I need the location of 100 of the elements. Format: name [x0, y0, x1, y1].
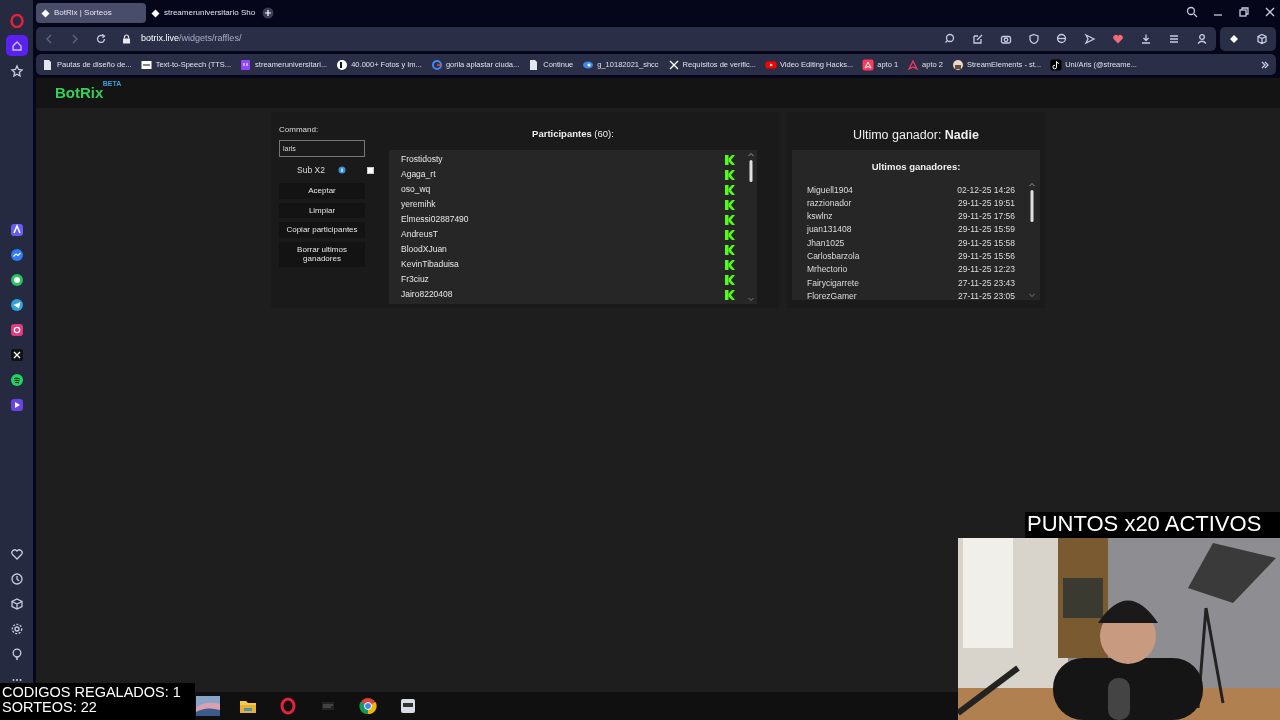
profile-icon[interactable]: [1196, 33, 1208, 45]
platform-icon: [725, 289, 735, 300]
sliders-icon[interactable]: [1168, 33, 1180, 45]
platform-icon: [725, 244, 735, 255]
circle-icon: [336, 58, 349, 71]
action-button[interactable]: Aceptar: [279, 183, 365, 199]
page-icon: [42, 58, 54, 71]
winner-name: kswlnz: [807, 210, 833, 223]
camera-icon[interactable]: [9, 322, 24, 337]
winner-name: FlorezGamer: [807, 289, 857, 303]
winner-date: 27-11-25 23:43: [957, 276, 1015, 290]
music-icon[interactable]: [9, 372, 24, 387]
download-icon[interactable]: [1140, 33, 1152, 45]
back-icon[interactable]: [44, 34, 54, 44]
platform-icon: [725, 184, 735, 195]
field-label: Command:: [279, 124, 320, 136]
wallet-icon[interactable]: [1228, 33, 1240, 45]
image-icon: [140, 58, 153, 71]
shield-icon[interactable]: [1028, 33, 1040, 45]
participant-name: Fr3ciuz: [401, 273, 429, 286]
reload-icon[interactable]: [96, 34, 106, 44]
winner-date: 02-12-25 14:26: [957, 183, 1015, 197]
edit-icon[interactable]: [972, 33, 984, 45]
participant-name: BloodXJuan: [401, 243, 447, 256]
camera-icon[interactable]: [1000, 33, 1012, 45]
send-icon[interactable]: [1084, 33, 1096, 45]
overlay-banner: PUNTOS x20 ACTIVOS: [1025, 512, 1280, 538]
winner-name: Carlosbarzola: [807, 250, 860, 263]
info-icon: [337, 166, 346, 174]
chat-bubble-icon: [240, 58, 253, 71]
platform-icon: [725, 214, 735, 225]
diamond-icon: [41, 8, 50, 18]
winner-name: Miguell1904: [807, 183, 853, 197]
opera-logo-icon[interactable]: [9, 13, 24, 28]
winner-date: 29-11-25 15:59: [957, 223, 1015, 237]
diamond-icon: [151, 8, 160, 18]
platform-icon: [725, 229, 735, 240]
heart-icon[interactable]: [9, 547, 24, 562]
winner-name: Jhan1025: [807, 236, 845, 250]
music-note-icon: [1050, 58, 1063, 71]
new-tab-icon[interactable]: [262, 7, 274, 19]
cube-icon[interactable]: [1256, 33, 1268, 45]
messenger-icon[interactable]: [9, 247, 24, 262]
x-icon[interactable]: [9, 347, 24, 362]
winner-name: Fairycigarrete: [807, 276, 859, 290]
winner-date: 29-11-25 19:51: [957, 196, 1015, 210]
overlay-counter: CODIGOS REGALADOS: 1: [2, 685, 182, 701]
platform-icon: [725, 154, 735, 165]
url-text[interactable]: botrix.live/widgets/raffles/: [141, 32, 242, 46]
player-icon[interactable]: [9, 397, 24, 412]
circle-icon: [430, 58, 443, 71]
forward-icon[interactable]: [70, 34, 80, 44]
winner-name: juan131408: [807, 223, 852, 237]
chevrons-icon[interactable]: [1260, 59, 1270, 70]
action-button[interactable]: Copiar participantes: [279, 222, 365, 238]
winner-name: Mrhectorio: [807, 263, 848, 277]
chat-icon[interactable]: [9, 272, 24, 287]
heart-icon[interactable]: [1112, 33, 1124, 45]
aria-icon[interactable]: [9, 222, 24, 237]
winner-date: 29-11-25 17:56: [957, 210, 1015, 223]
browser-tab[interactable]: BotRix | Sorteos: [36, 3, 146, 23]
platform-icon: [725, 259, 735, 270]
last-winner-text: Ultimo ganador: Nadie: [853, 127, 979, 144]
participant-name: yeremihk: [401, 198, 436, 211]
winner-date: 29-11-25 12:23: [957, 263, 1015, 277]
restore-icon[interactable]: [1238, 6, 1250, 18]
logo[interactable]: BotRix: [55, 83, 104, 101]
clock-icon[interactable]: [9, 572, 24, 587]
action-button[interactable]: Borrar ultimos ganadores: [279, 241, 365, 267]
overlay-counter: SORTEOS: 22: [2, 700, 98, 716]
participant-name: KevinTibaduisa: [401, 258, 459, 271]
participant-name: AndreusT: [401, 228, 438, 241]
search-icon[interactable]: [1186, 6, 1198, 18]
scrollbar[interactable]: [747, 152, 755, 302]
close-icon[interactable]: [1264, 6, 1276, 18]
winner-name: razzionador: [807, 196, 852, 210]
participant-name: Elmessi02887490: [401, 213, 469, 226]
chrome-icon[interactable]: [356, 696, 380, 716]
lock-icon: [122, 34, 131, 44]
winner-date: 27-11-25 23:05: [957, 289, 1015, 303]
browser-tab[interactable]: streameruniversitario Sho: [146, 3, 256, 23]
action-button[interactable]: Limpiar: [279, 202, 365, 219]
checkbox[interactable]: [367, 166, 374, 174]
settings-icon[interactable]: [9, 622, 24, 637]
platform-icon: [725, 199, 735, 210]
platform-icon: [725, 169, 735, 180]
zoom-search-icon[interactable]: [944, 33, 956, 45]
participant-name: oso_wq: [401, 183, 431, 196]
participant-name: Frostidosty: [401, 153, 443, 166]
cube-icon[interactable]: [9, 597, 24, 612]
option-label: Sub X2: [297, 163, 325, 177]
recent-winners-heading: Ultimos ganadores:: [870, 160, 962, 174]
x-icon: [667, 58, 680, 71]
winner-date: 29-11-25 15:58: [957, 236, 1015, 250]
scrollbar[interactable]: [1028, 182, 1036, 298]
participants-heading: Participantes (60):: [532, 127, 614, 141]
send-icon[interactable]: [9, 297, 24, 312]
participant-name: Agaga_rt: [401, 168, 436, 181]
winner-date: 29-11-25 15:56: [957, 250, 1015, 263]
thumbnail-icon[interactable]: [196, 696, 220, 716]
